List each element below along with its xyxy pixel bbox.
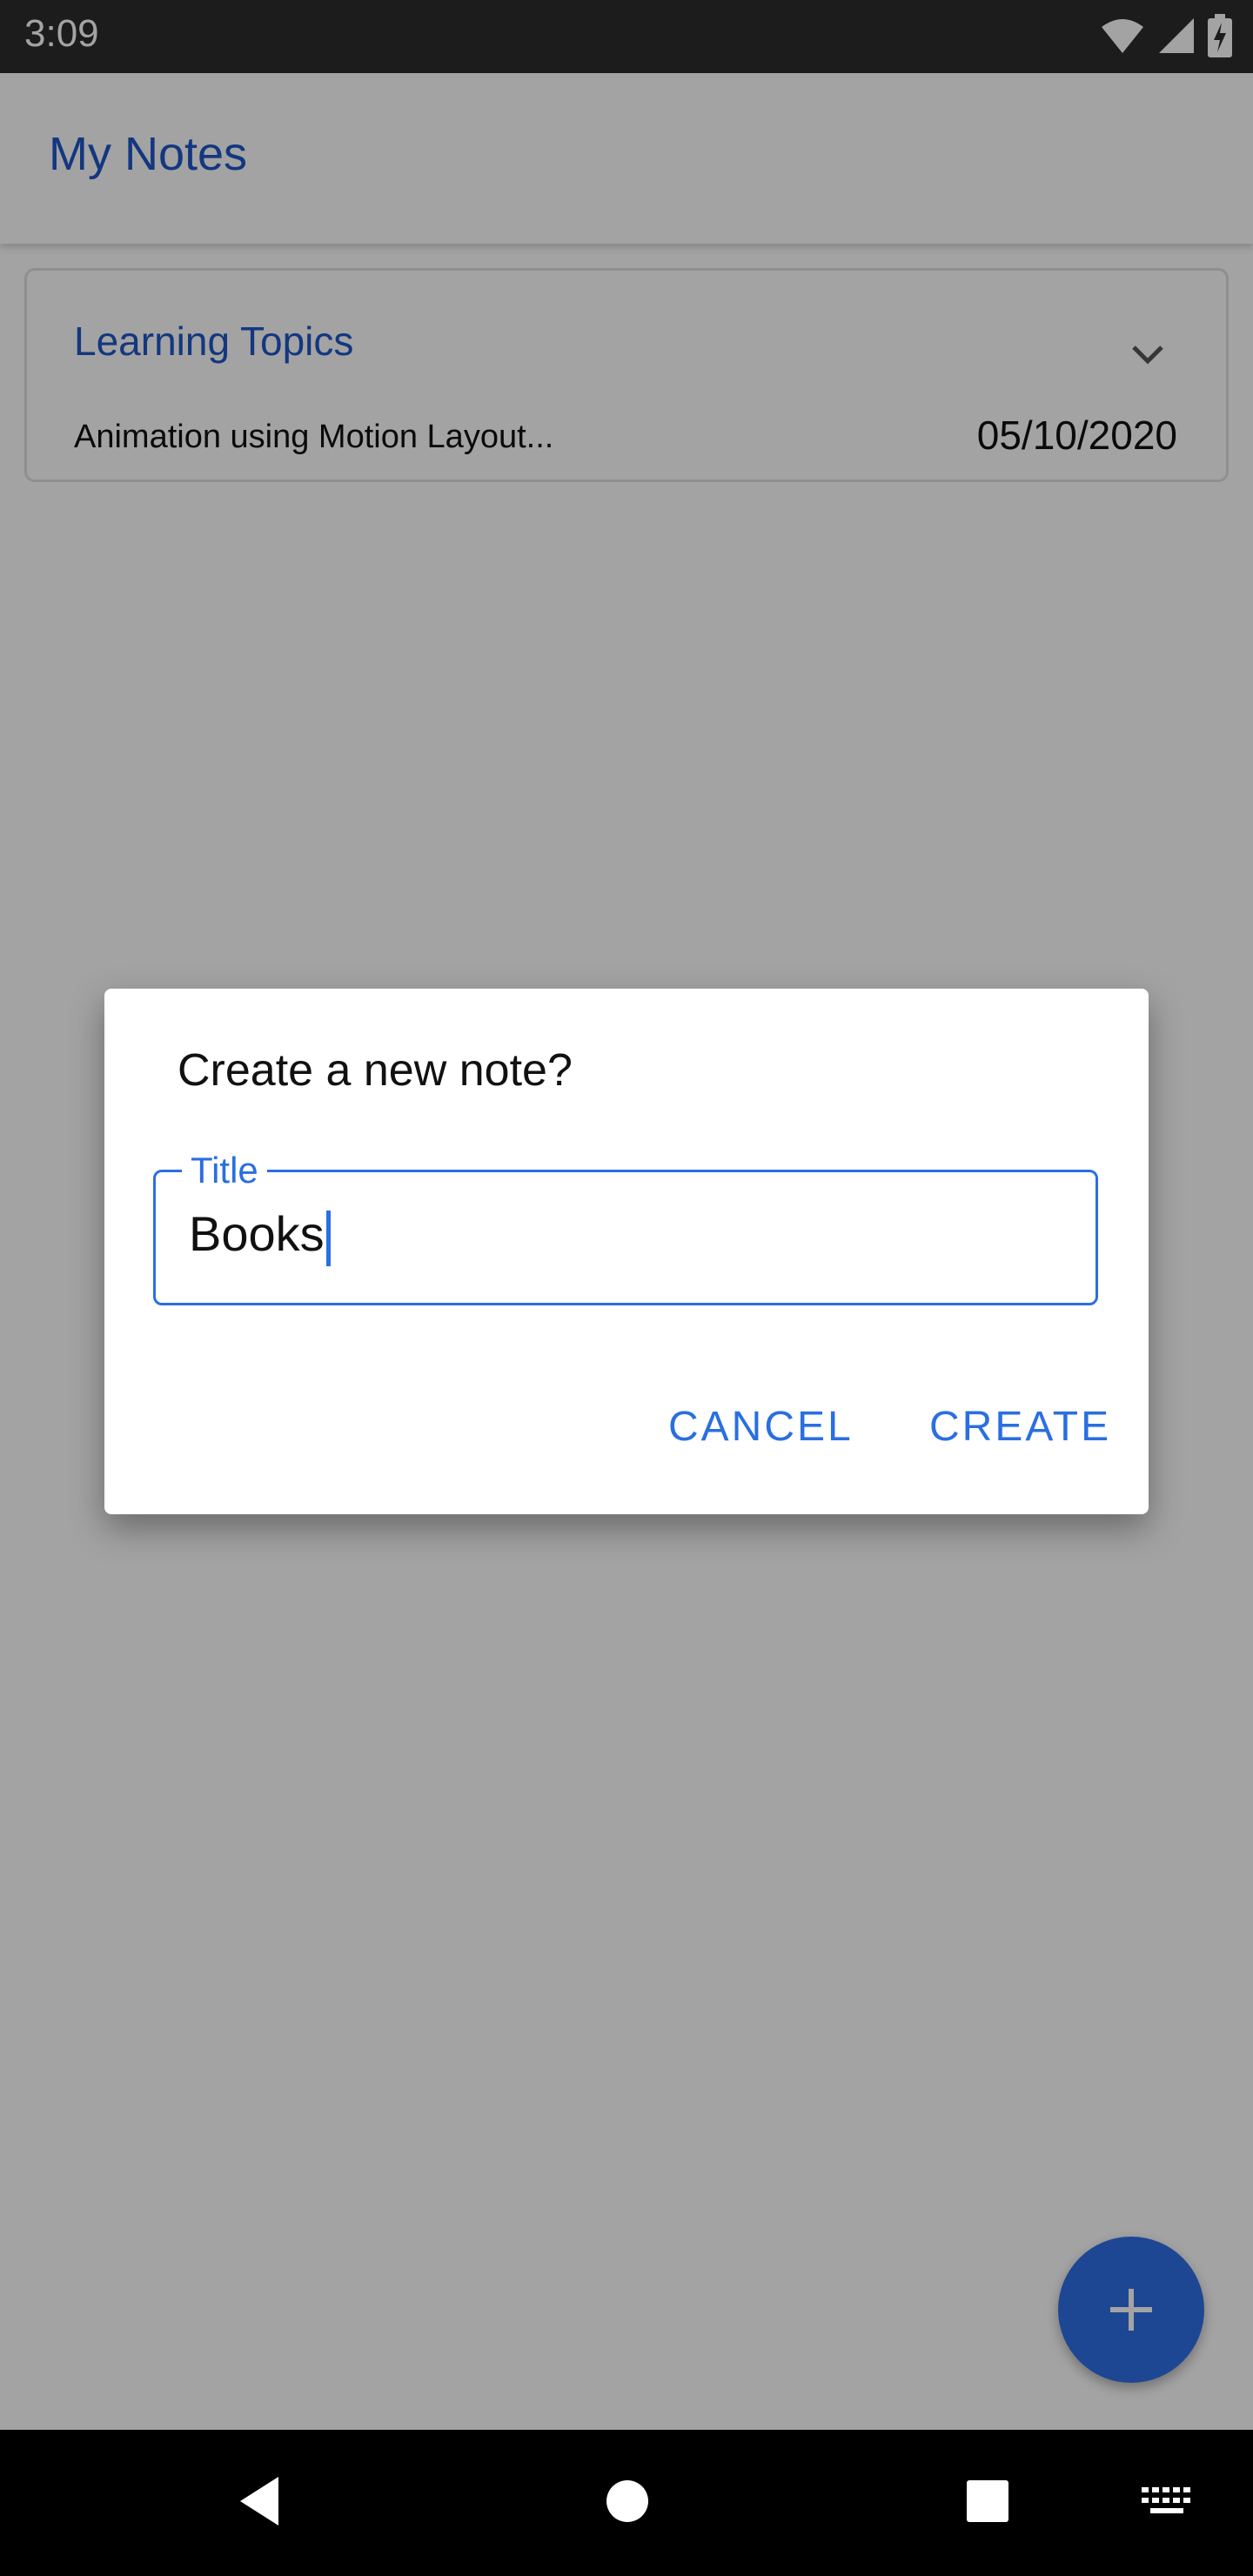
screen: 3:09 My Notes Learning Topics Animation … [0,0,1253,2576]
text-cursor [326,1211,331,1266]
title-field-label: Title [182,1150,267,1191]
keyboard-icon[interactable] [1142,2487,1194,2519]
recents-icon[interactable] [964,2473,1011,2529]
back-icon[interactable] [235,2473,287,2529]
navigation-bar [0,2430,1253,2576]
cancel-button[interactable]: CANCEL [658,1394,864,1459]
title-field[interactable]: Title Books [153,1150,1098,1305]
title-input[interactable]: Books [189,1205,325,1262]
dialog-title: Create a new note? [178,1045,573,1096]
home-icon[interactable] [604,2473,651,2529]
create-note-dialog: Create a new note? Title Books CANCEL CR… [104,989,1149,1514]
create-button[interactable]: CREATE [919,1394,1122,1459]
